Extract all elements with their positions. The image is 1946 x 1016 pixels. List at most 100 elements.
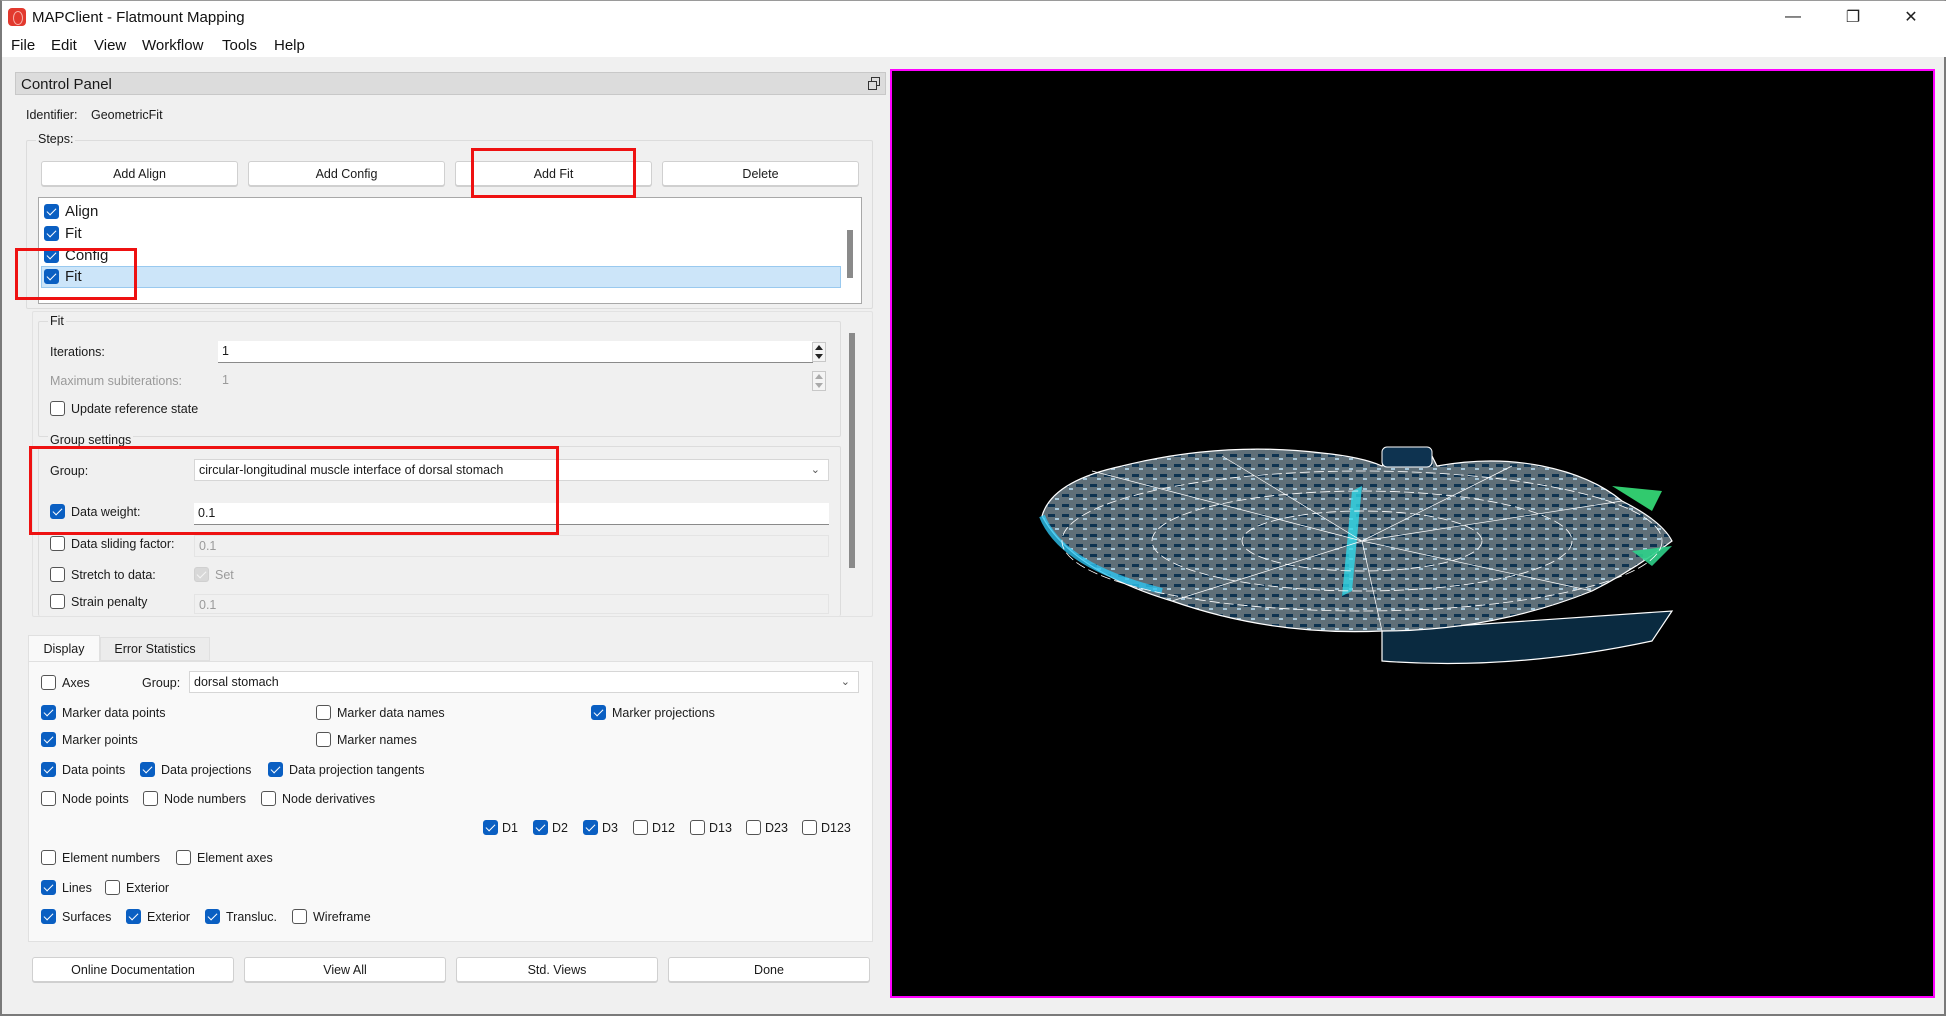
checkbox-box[interactable]: [50, 594, 65, 609]
checkbox-box[interactable]: [583, 820, 598, 835]
lines-checkbox[interactable]: Lines: [41, 880, 92, 895]
checkbox-label: D2: [552, 820, 568, 835]
step-item-fit-selected[interactable]: Fit: [41, 266, 841, 288]
checkbox-box[interactable]: [143, 791, 158, 806]
derivative-d13-checkbox[interactable]: D13: [690, 820, 732, 835]
checkbox-box[interactable]: [316, 732, 331, 747]
node-derivatives-checkbox[interactable]: Node derivatives: [261, 791, 375, 806]
marker-projections-checkbox[interactable]: Marker projections: [591, 705, 715, 720]
tab-error-statistics[interactable]: Error Statistics: [100, 637, 210, 661]
close-button[interactable]: ✕: [1882, 1, 1940, 33]
checkbox-box[interactable]: [483, 820, 498, 835]
update-reference-checkbox[interactable]: Update reference state: [50, 401, 198, 416]
checkbox-box[interactable]: [316, 705, 331, 720]
data-sliding-checkbox[interactable]: Data sliding factor:: [50, 536, 175, 551]
step-checkbox[interactable]: [44, 226, 59, 241]
checkbox-box[interactable]: [690, 820, 705, 835]
checkbox-box[interactable]: [50, 401, 65, 416]
step-item-config[interactable]: Config: [41, 245, 841, 267]
step-item-align[interactable]: Align: [41, 201, 841, 223]
menu-view[interactable]: View: [94, 37, 126, 54]
window-title: MAPClient - Flatmount Mapping: [32, 9, 245, 26]
derivative-d3-checkbox[interactable]: D3: [583, 820, 618, 835]
derivative-d23-checkbox[interactable]: D23: [746, 820, 788, 835]
surfaces-exterior-checkbox[interactable]: Exterior: [126, 909, 190, 924]
settings-scrollbar[interactable]: [849, 333, 855, 568]
view-all-button[interactable]: View All: [244, 957, 446, 982]
step-item-fit[interactable]: Fit: [41, 223, 841, 245]
checkbox-box[interactable]: [105, 880, 120, 895]
3d-viewport[interactable]: [890, 69, 1935, 998]
derivative-d123-checkbox[interactable]: D123: [802, 820, 851, 835]
display-group-select[interactable]: dorsal stomach ⌄: [189, 671, 859, 693]
element-axes-checkbox[interactable]: Element axes: [176, 850, 273, 865]
checkbox-box[interactable]: [41, 705, 56, 720]
derivative-d2-checkbox[interactable]: D2: [533, 820, 568, 835]
checkbox-box[interactable]: [802, 820, 817, 835]
marker-names-checkbox[interactable]: Marker names: [316, 732, 417, 747]
derivative-d1-checkbox[interactable]: D1: [483, 820, 518, 835]
checkbox-box[interactable]: [41, 675, 56, 690]
element-numbers-checkbox[interactable]: Element numbers: [41, 850, 160, 865]
checkbox-box[interactable]: [205, 909, 220, 924]
online-documentation-button[interactable]: Online Documentation: [32, 957, 234, 982]
checkbox-box[interactable]: [140, 762, 155, 777]
checkbox-box[interactable]: [41, 732, 56, 747]
checkbox-box[interactable]: [126, 909, 141, 924]
marker-data-points-checkbox[interactable]: Marker data points: [41, 705, 166, 720]
data-points-checkbox[interactable]: Data points: [41, 762, 125, 777]
iterations-input[interactable]: 1: [218, 341, 813, 363]
lines-exterior-checkbox[interactable]: Exterior: [105, 880, 169, 895]
arrow-up-icon[interactable]: [815, 345, 823, 350]
delete-button[interactable]: Delete: [662, 161, 859, 186]
checkbox-box[interactable]: [292, 909, 307, 924]
checkbox-box[interactable]: [41, 850, 56, 865]
menu-file[interactable]: File: [11, 37, 35, 54]
checkbox-box[interactable]: [41, 909, 56, 924]
wireframe-checkbox[interactable]: Wireframe: [292, 909, 371, 924]
add-config-button[interactable]: Add Config: [248, 161, 445, 186]
iterations-spinner[interactable]: [812, 342, 826, 362]
arrow-down-icon[interactable]: [815, 354, 823, 359]
checkbox-box[interactable]: [633, 820, 648, 835]
steps-list[interactable]: Align Fit Config Fit: [38, 197, 862, 304]
checkbox-box[interactable]: [50, 567, 65, 582]
checkbox-box[interactable]: [268, 762, 283, 777]
steps-list-scrollbar[interactable]: [847, 230, 853, 278]
data-projection-tangents-checkbox[interactable]: Data projection tangents: [268, 762, 425, 777]
checkbox-box[interactable]: [533, 820, 548, 835]
add-align-button[interactable]: Add Align: [41, 161, 238, 186]
strain-penalty-checkbox[interactable]: Strain penalty: [50, 594, 147, 609]
derivative-d12-checkbox[interactable]: D12: [633, 820, 675, 835]
std-views-button[interactable]: Std. Views: [456, 957, 658, 982]
marker-data-names-checkbox[interactable]: Marker data names: [316, 705, 445, 720]
minimize-button[interactable]: —: [1764, 1, 1822, 33]
tab-display[interactable]: Display: [28, 635, 100, 661]
checkbox-label: Node derivatives: [282, 791, 376, 806]
node-numbers-checkbox[interactable]: Node numbers: [143, 791, 246, 806]
undock-icon[interactable]: [868, 77, 880, 90]
step-checkbox[interactable]: [44, 204, 59, 219]
menu-edit[interactable]: Edit: [51, 37, 77, 54]
checkbox-box[interactable]: [41, 880, 56, 895]
restore-button[interactable]: ❐: [1824, 1, 1882, 33]
checkbox-box[interactable]: [50, 536, 65, 551]
marker-points-checkbox[interactable]: Marker points: [41, 732, 138, 747]
checkbox-box[interactable]: [591, 705, 606, 720]
checkbox-box[interactable]: [746, 820, 761, 835]
checkbox-box[interactable]: [176, 850, 191, 865]
menu-help[interactable]: Help: [274, 37, 305, 54]
stretch-to-data-checkbox[interactable]: Stretch to data:: [50, 567, 156, 582]
surfaces-checkbox[interactable]: Surfaces: [41, 909, 111, 924]
checkbox-box[interactable]: [41, 791, 56, 806]
node-points-checkbox[interactable]: Node points: [41, 791, 129, 806]
axes-checkbox[interactable]: Axes: [41, 675, 90, 690]
checkbox-box[interactable]: [261, 791, 276, 806]
data-projections-checkbox[interactable]: Data projections: [140, 762, 251, 777]
done-button[interactable]: Done: [668, 957, 870, 982]
checkbox-box[interactable]: [41, 762, 56, 777]
menu-tools[interactable]: Tools: [222, 37, 257, 54]
translucent-checkbox[interactable]: Transluc.: [205, 909, 277, 924]
menu-workflow[interactable]: Workflow: [142, 37, 203, 54]
restore-icon: ❐: [1845, 9, 1861, 26]
